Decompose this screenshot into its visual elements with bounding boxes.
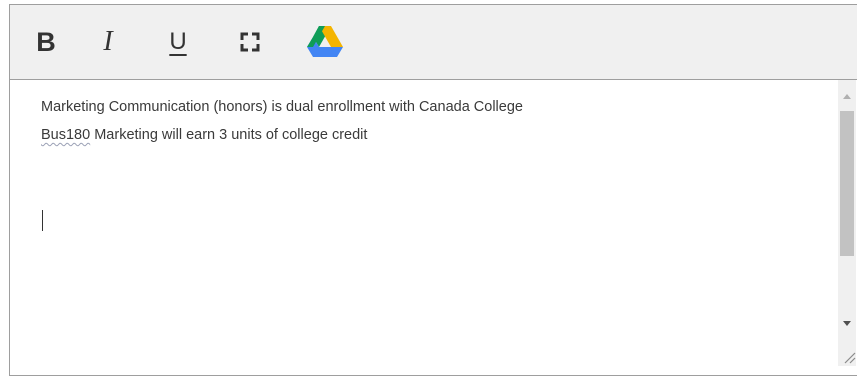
google-drive-button[interactable] [305, 22, 345, 62]
fullscreen-button[interactable] [230, 22, 270, 62]
scroll-down-arrow-icon[interactable] [838, 310, 856, 338]
google-drive-icon [307, 26, 343, 57]
content-line-2-rest: Marketing will earn 3 units of college c… [90, 127, 368, 143]
underline-button[interactable]: U [158, 22, 198, 62]
fullscreen-icon [240, 32, 260, 52]
rich-text-editor: B I U Marketing Communication (honors) i… [9, 4, 857, 376]
bold-button[interactable]: B [26, 22, 66, 62]
content-line-2: Bus180 Marketing will earn 3 units of co… [41, 127, 367, 143]
editor-toolbar: B I U [10, 5, 857, 80]
underline-label: U [169, 28, 187, 55]
resize-grip-icon[interactable] [840, 348, 856, 364]
italic-button[interactable]: I [88, 22, 128, 62]
vertical-scrollbar[interactable] [838, 80, 856, 366]
editor-content[interactable]: Marketing Communication (honors) is dual… [10, 80, 834, 375]
text-caret [42, 210, 43, 231]
scroll-thumb[interactable] [840, 111, 854, 256]
misspelled-word[interactable]: Bus180 [41, 127, 90, 143]
content-line-1: Marketing Communication (honors) is dual… [41, 99, 523, 115]
scroll-up-arrow-icon[interactable] [838, 80, 856, 110]
